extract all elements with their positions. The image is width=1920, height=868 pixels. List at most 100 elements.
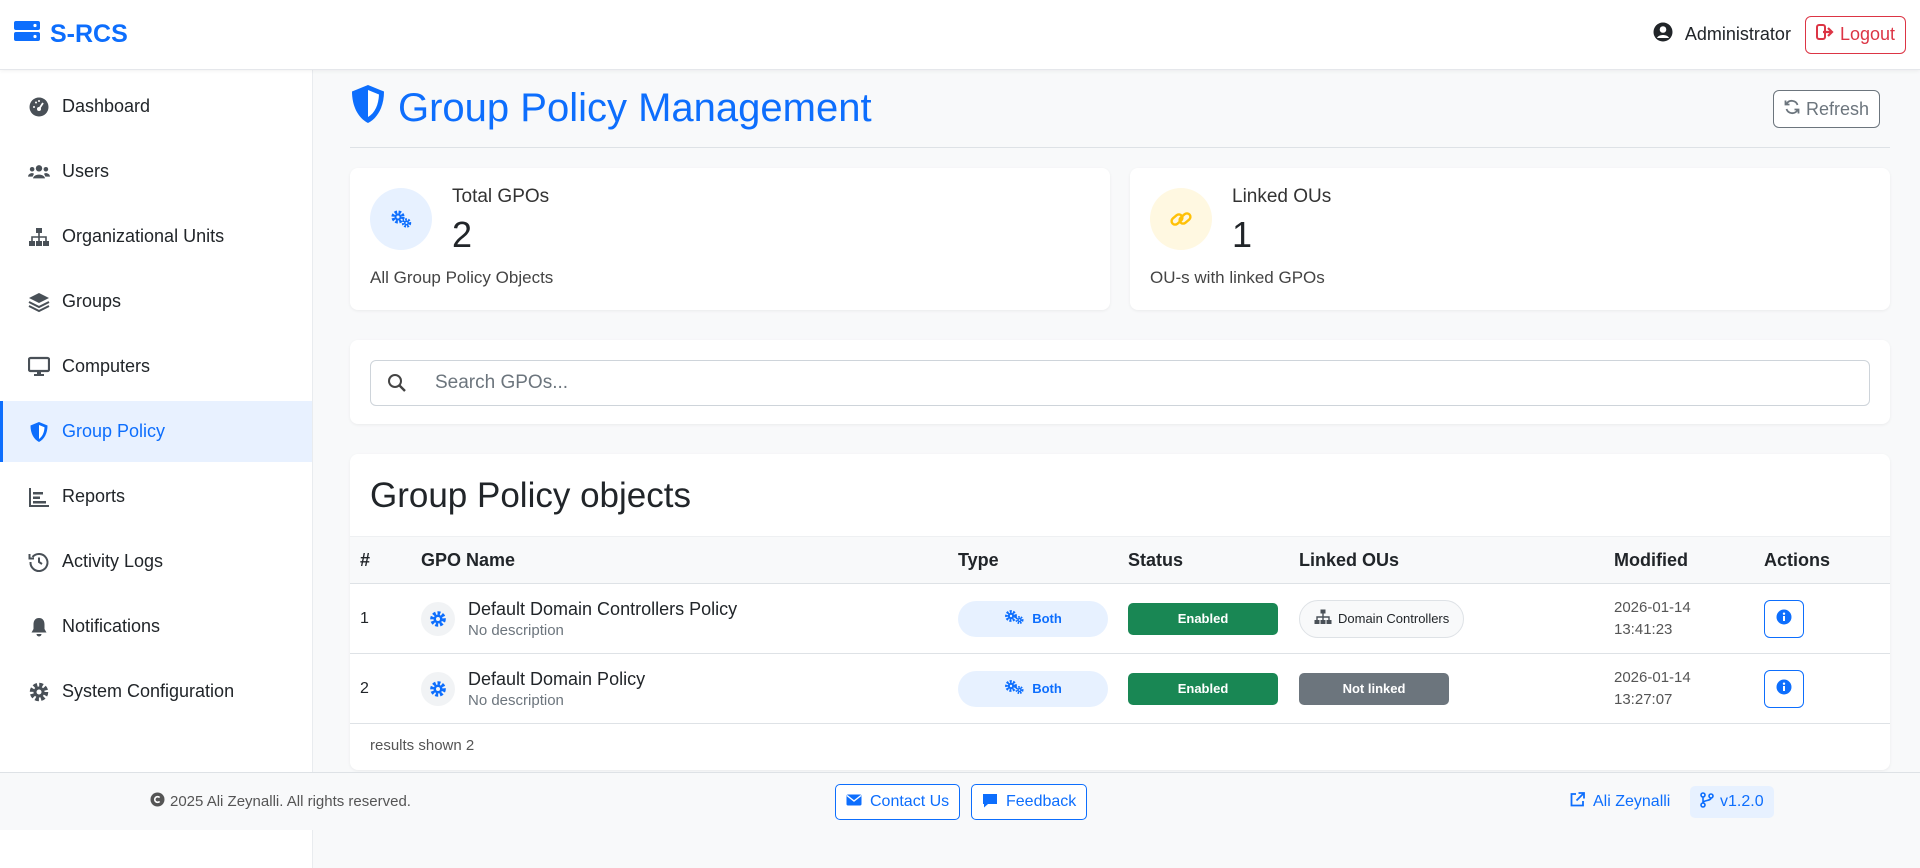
- contact-us-button[interactable]: Contact Us: [835, 784, 961, 820]
- sidebar-item-users[interactable]: Users: [0, 141, 312, 202]
- envelope-icon: [846, 792, 862, 813]
- sidebar: Dashboard Users Organizational Units Gro…: [0, 70, 313, 868]
- dashboard-gauge-icon: [28, 96, 50, 118]
- search-input[interactable]: [423, 372, 1869, 394]
- column-header[interactable]: GPO Name: [411, 550, 958, 571]
- page-footer: 2025 Ali Zeynalli. All rights reserved. …: [0, 772, 1920, 830]
- info-circle-icon: [1776, 609, 1792, 628]
- modified-time: 13:27:07: [1614, 690, 1673, 708]
- author-name: Ali Zeynalli: [1593, 793, 1671, 810]
- user-menu[interactable]: Administrator: [1653, 22, 1791, 47]
- stat-card-linked-ous: Linked OUs 1 OU-s with linked GPOs: [1130, 168, 1890, 310]
- feedback-button[interactable]: Feedback: [971, 784, 1088, 820]
- column-header: Actions: [1764, 549, 1831, 570]
- brand-name: S-RCS: [50, 20, 128, 48]
- stat-card-total-gpos: Total GPOs 2 All Group Policy Objects: [350, 168, 1110, 310]
- linked-ou-badge[interactable]: Domain Controllers: [1299, 599, 1465, 638]
- stat-description: All Group Policy Objects: [370, 268, 554, 287]
- search-group: [370, 360, 1870, 406]
- feedback-label: Feedback: [1006, 793, 1077, 810]
- column-header[interactable]: Type: [958, 550, 1128, 571]
- column-header[interactable]: Modified: [1614, 550, 1764, 571]
- sidebar-item-activity-logs[interactable]: Activity Logs: [0, 531, 312, 592]
- linked-ou-label: Domain Controllers: [1338, 611, 1450, 626]
- info-button[interactable]: [1764, 599, 1804, 638]
- version-label: v1.2.0: [1720, 793, 1764, 810]
- page-header: Group Policy Management Refresh: [350, 70, 1890, 148]
- info-circle-icon: [1776, 679, 1792, 698]
- logout-label: Logout: [1839, 24, 1895, 44]
- user-name: Administrator: [1684, 24, 1791, 44]
- not-linked-badge: Not linked: [1299, 672, 1449, 705]
- copyright: 2025 Ali Zeynalli. All rights reserved.: [150, 792, 411, 811]
- gpo-name[interactable]: Default Domain Controllers Policy: [468, 599, 737, 620]
- gear-icon: [421, 601, 455, 636]
- sidebar-item-label: Notifications: [62, 616, 161, 636]
- bell-icon: [28, 616, 50, 638]
- sitemap-icon: [28, 226, 50, 248]
- version-badge: v1.2.0: [1690, 786, 1774, 818]
- sidebar-item-label: Dashboard: [62, 96, 151, 116]
- row-number: 2: [360, 679, 369, 697]
- column-header[interactable]: Status: [1128, 550, 1299, 571]
- modified-time: 13:41:23: [1614, 620, 1673, 638]
- shield-icon: [28, 421, 50, 443]
- brand[interactable]: S-RCS: [14, 20, 128, 49]
- status-badge: Enabled: [1128, 672, 1278, 705]
- history-icon: [28, 551, 50, 573]
- main-content: Group Policy Management Refresh Total GP…: [350, 70, 1890, 770]
- contact-us-label: Contact Us: [870, 793, 950, 810]
- external-link-icon: [1570, 792, 1585, 812]
- stat-value: 1: [1232, 214, 1253, 255]
- users-icon: [28, 161, 50, 183]
- status-badge: Enabled: [1128, 602, 1278, 635]
- link-icon: [1150, 188, 1212, 250]
- results-count: results shown 2: [350, 723, 1890, 767]
- gears-icon: [370, 188, 432, 250]
- sidebar-item-label: Organizational Units: [62, 226, 225, 246]
- modified-date: 2026-01-14: [1614, 668, 1691, 686]
- page-title-text: Group Policy Management: [398, 86, 872, 130]
- sidebar-item-label: Reports: [62, 486, 126, 506]
- sidebar-item-label: Groups: [62, 291, 122, 311]
- sidebar-item-organizational-units[interactable]: Organizational Units: [0, 206, 312, 267]
- sidebar-item-label: System Configuration: [62, 681, 235, 701]
- sidebar-item-label: Group Policy: [62, 421, 166, 441]
- column-header[interactable]: Linked OUs: [1299, 550, 1614, 571]
- info-button[interactable]: [1764, 669, 1804, 708]
- gear-icon: [28, 681, 50, 703]
- refresh-button[interactable]: Refresh: [1772, 90, 1880, 128]
- sidebar-item-group-policy[interactable]: Group Policy: [0, 401, 312, 462]
- sidebar-item-computers[interactable]: Computers: [0, 336, 312, 397]
- logout-button[interactable]: Logout: [1804, 15, 1906, 54]
- sidebar-item-reports[interactable]: Reports: [0, 466, 312, 527]
- layers-icon: [28, 291, 50, 313]
- sidebar-item-label: Activity Logs: [62, 551, 164, 571]
- sidebar-item-system-configuration[interactable]: System Configuration: [0, 661, 312, 722]
- stat-description: OU-s with linked GPOs: [1150, 268, 1325, 287]
- comment-icon: [982, 792, 998, 813]
- row-number: 1: [360, 609, 369, 627]
- sidebar-item-notifications[interactable]: Notifications: [0, 596, 312, 657]
- table-row[interactable]: 1 Default Domain Controllers Policy No d…: [350, 584, 1890, 654]
- gpo-table-card: Group Policy objects # GPO Name Type Sta…: [350, 454, 1890, 770]
- sidebar-item-groups[interactable]: Groups: [0, 271, 312, 332]
- sidebar-item-dashboard[interactable]: Dashboard: [0, 76, 312, 137]
- server-icon: [14, 20, 40, 49]
- stat-value: 2: [452, 214, 473, 255]
- copyright-icon: [150, 792, 165, 811]
- sign-out-icon: [1815, 23, 1834, 46]
- page-title: Group Policy Management: [350, 84, 872, 134]
- type-badge: Both: [958, 600, 1108, 637]
- stats-row: Total GPOs 2 All Group Policy Objects Li…: [350, 168, 1890, 310]
- gpo-description: No description: [468, 621, 564, 639]
- column-header: #: [360, 549, 371, 570]
- table-row[interactable]: 2 Default Domain Policy No description B…: [350, 654, 1890, 724]
- type-badge: Both: [958, 670, 1108, 707]
- stat-label: Linked OUs: [1232, 186, 1332, 207]
- sync-icon: [1784, 99, 1800, 120]
- stat-label: Total GPOs: [452, 186, 550, 207]
- author-link[interactable]: Ali Zeynalli: [1570, 792, 1670, 812]
- gpo-name[interactable]: Default Domain Policy: [468, 669, 645, 690]
- gears-icon: [1004, 609, 1026, 628]
